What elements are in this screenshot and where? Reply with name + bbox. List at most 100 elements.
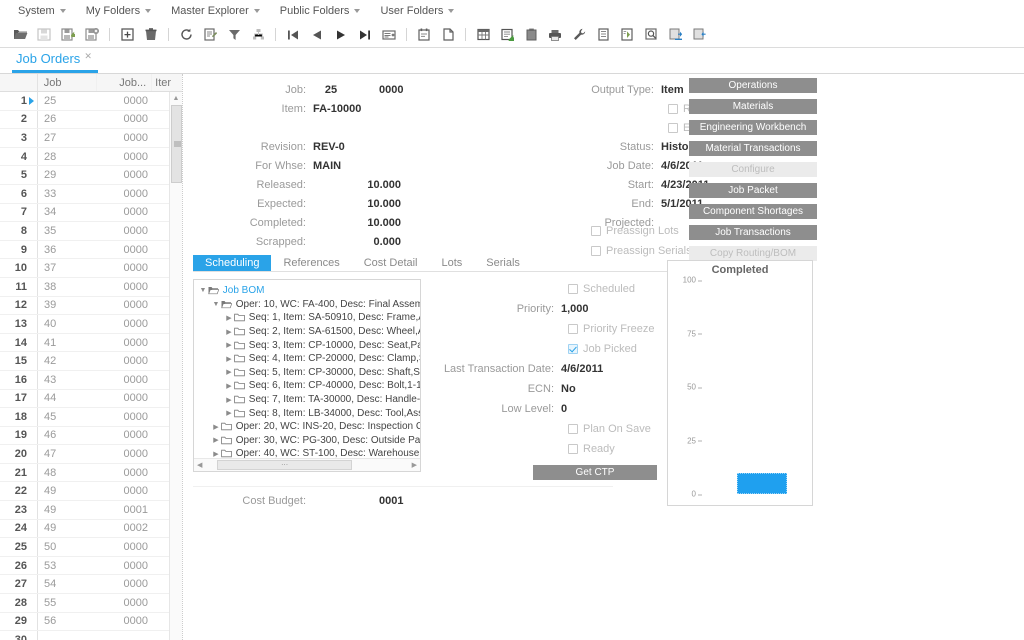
tree-expand-icon[interactable]: ▶ — [224, 328, 234, 336]
cell-job-suffix[interactable]: 0002 — [98, 522, 153, 534]
cell-job[interactable]: 29 — [38, 169, 98, 181]
cell-job-suffix[interactable]: 0000 — [98, 448, 153, 460]
tree-horizontal-scrollbar[interactable]: ◀ ⋯ ▶ — [194, 458, 420, 471]
cell-job[interactable]: 53 — [38, 560, 98, 572]
table-row[interactable]: 2 26 0000 — [0, 110, 182, 130]
ecn-value[interactable]: No — [561, 383, 576, 395]
table-row[interactable]: 6 33 0000 — [0, 184, 182, 204]
tab-cost-detail[interactable]: Cost Detail — [352, 255, 430, 271]
scroll-left-icon[interactable]: ◀ — [194, 461, 205, 469]
action-button-job-packet[interactable]: Job Packet — [689, 183, 817, 198]
cell-job-suffix[interactable]: 0000 — [98, 95, 153, 107]
for-whse-value[interactable]: MAIN — [313, 160, 341, 172]
table-row[interactable]: 15 42 0000 — [0, 352, 182, 371]
table-row[interactable]: 30 — [0, 631, 182, 640]
table-row[interactable]: 9 36 0000 — [0, 240, 182, 260]
table-row[interactable]: 12 39 0000 — [0, 296, 182, 316]
checkbox-icon[interactable] — [668, 103, 678, 114]
cell-job[interactable]: 40 — [38, 318, 98, 330]
cell-job-suffix[interactable]: 0000 — [98, 225, 153, 237]
expected-value[interactable]: 10.000 — [313, 198, 405, 210]
tree-node[interactable]: ▼ Oper: 10, WC: FA-400, Desc: Final Asse… — [198, 298, 420, 312]
tree-expand-icon[interactable]: ▶ — [224, 396, 234, 404]
tree-node[interactable]: ▶ Oper: 20, WC: INS-20, Desc: Inspection… — [198, 420, 420, 434]
action-button-engineering-workbench[interactable]: Engineering Workbench — [689, 120, 817, 135]
cell-job[interactable]: 47 — [38, 448, 98, 460]
menu-item-system[interactable]: System — [8, 3, 76, 19]
print-icon[interactable] — [546, 26, 564, 44]
tree-node[interactable]: ▶ Seq: 6, Item: CP-40000, Desc: Bolt,1-1… — [198, 379, 420, 393]
cell-job-suffix[interactable]: 0000 — [98, 374, 153, 386]
tree-node[interactable]: ▶ Seq: 1, Item: SA-50910, Desc: Frame,As… — [198, 311, 420, 325]
checkbox-scheduled[interactable]: Scheduled — [433, 279, 678, 299]
checkbox-icon[interactable] — [568, 284, 578, 294]
table-row[interactable]: 21 48 0000 — [0, 463, 182, 483]
cell-job-suffix[interactable]: 0000 — [98, 429, 153, 441]
tree-node[interactable]: ▶ Seq: 3, Item: CP-10000, Desc: Seat,Pad… — [198, 338, 420, 352]
tree-node[interactable]: ▶ Oper: 40, WC: ST-100, Desc: Warehouse … — [198, 447, 420, 458]
cell-job-suffix[interactable]: 0000 — [98, 337, 153, 349]
cell-job-suffix[interactable]: 0001 — [98, 504, 153, 516]
properties-icon[interactable] — [594, 26, 612, 44]
completed-value[interactable]: 10.000 — [313, 217, 405, 229]
cell-job-suffix[interactable]: 0000 — [98, 485, 153, 497]
report-icon[interactable] — [618, 26, 636, 44]
save-close-icon[interactable] — [83, 26, 101, 44]
cell-job-suffix[interactable]: 0000 — [98, 392, 153, 404]
tools-icon[interactable] — [570, 26, 588, 44]
tree-node[interactable]: ▼ Job BOM — [198, 284, 420, 298]
scroll-down-icon[interactable]: ▼ — [170, 636, 182, 640]
cell-job[interactable]: 25 — [38, 95, 98, 107]
tree-node[interactable]: ▶ Seq: 7, Item: TA-30000, Desc: Handle-B… — [198, 393, 420, 407]
checkbox-icon[interactable] — [568, 444, 578, 454]
job-value[interactable]: 25 — [313, 84, 349, 96]
checkbox-priority-freeze[interactable]: Priority Freeze — [433, 319, 678, 339]
tree-expand-icon[interactable]: ▶ — [224, 368, 234, 376]
table-row[interactable]: 5 29 0000 — [0, 166, 182, 185]
export-grid-icon[interactable] — [498, 26, 516, 44]
cell-job[interactable]: 50 — [38, 541, 98, 553]
tree-expand-icon[interactable]: ▶ — [224, 409, 234, 417]
tab-scheduling[interactable]: Scheduling — [193, 254, 272, 271]
tree-expand-icon[interactable]: ▶ — [224, 382, 234, 390]
action-button-materials[interactable]: Materials — [689, 99, 817, 114]
grid-header-job[interactable]: Job — [38, 74, 98, 91]
cell-job-suffix[interactable]: 0000 — [98, 597, 153, 609]
checkbox-plan-on-save[interactable]: Plan On Save — [433, 419, 678, 439]
output-type-value[interactable]: Item — [661, 84, 684, 96]
low-level-value[interactable]: 0 — [561, 403, 567, 415]
last-record-icon[interactable] — [356, 26, 374, 44]
open-folder-icon[interactable] — [11, 26, 29, 44]
scrapped-value[interactable]: 0.000 — [313, 236, 405, 248]
scroll-up-icon[interactable]: ▲ — [170, 92, 182, 104]
cell-job-suffix[interactable]: 0000 — [98, 615, 153, 627]
cell-job-suffix[interactable]: 0000 — [98, 262, 153, 274]
tree-collapse-icon[interactable]: ▼ — [198, 287, 208, 294]
checkbox-icon[interactable] — [568, 424, 578, 434]
tab-job-orders[interactable]: Job Orders ✕ — [12, 49, 98, 73]
table-row[interactable]: 8 35 0000 — [0, 222, 182, 241]
cell-job-suffix[interactable]: 0000 — [98, 411, 153, 423]
table-row[interactable]: 18 45 0000 — [0, 408, 182, 427]
tree-node[interactable]: ▶ Oper: 30, WC: PG-300, Desc: Outside Pa… — [198, 434, 420, 448]
zoom-icon[interactable] — [642, 26, 660, 44]
cell-job[interactable]: 35 — [38, 225, 98, 237]
grid-vscroll-thumb[interactable] — [171, 105, 182, 183]
scroll-right-icon[interactable]: ▶ — [409, 461, 420, 469]
cell-job-suffix[interactable]: 0000 — [98, 113, 153, 125]
cell-job[interactable]: 43 — [38, 374, 98, 386]
cell-job[interactable]: 55 — [38, 597, 98, 609]
table-row[interactable]: 16 43 0000 — [0, 370, 182, 390]
checkbox-job-picked[interactable]: Job Picked — [433, 339, 678, 359]
tree-expand-icon[interactable]: ▶ — [224, 355, 234, 363]
next-record-icon[interactable] — [332, 26, 350, 44]
tree-expand-icon[interactable]: ▶ — [224, 314, 234, 322]
revision-value[interactable]: REV-0 — [313, 141, 345, 153]
clipboard-icon[interactable] — [522, 26, 540, 44]
cell-job-suffix[interactable]: 0000 — [98, 299, 153, 311]
close-icon[interactable]: ✕ — [84, 51, 92, 62]
action-button-operations[interactable]: Operations — [689, 78, 817, 93]
cell-job[interactable]: 34 — [38, 206, 98, 218]
tree-node[interactable]: ▶ Seq: 4, Item: CP-20000, Desc: Clamp,Se… — [198, 352, 420, 366]
cell-job-suffix[interactable]: 0000 — [98, 578, 153, 590]
